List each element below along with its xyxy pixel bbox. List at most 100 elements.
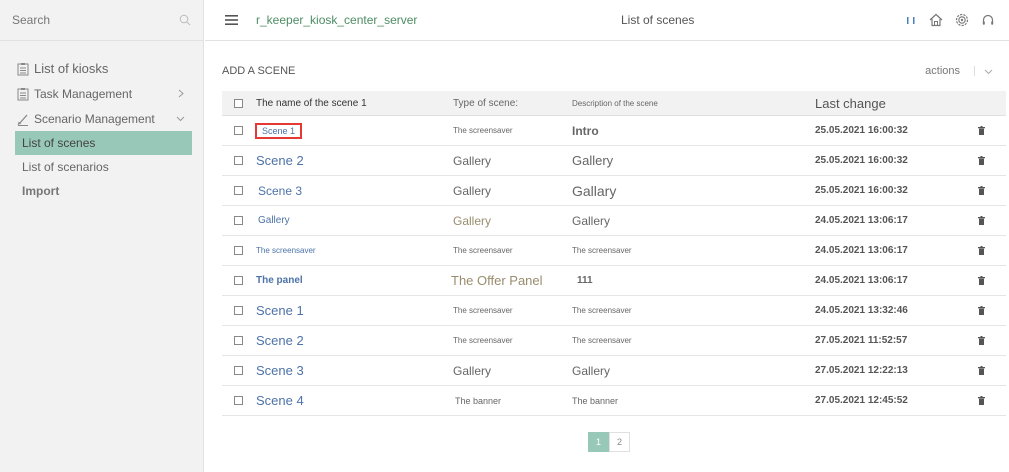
chevron-down-icon[interactable] <box>176 114 185 123</box>
table-row[interactable]: Scene 3 Gallery Gallary 25.05.2021 16:00… <box>222 176 1006 206</box>
scene-name-link[interactable]: Scene 3 <box>256 363 304 378</box>
scene-name-link[interactable]: Scene 1 <box>255 122 303 139</box>
row-checkbox[interactable] <box>234 246 243 255</box>
scene-name-link[interactable]: Scene 2 <box>256 333 304 348</box>
scene-type: The banner <box>455 395 502 406</box>
scene-description: Gallery <box>572 153 614 168</box>
scene-name-link[interactable]: The panel <box>256 275 303 286</box>
table-row[interactable]: Gallery Gallery Gallery 24.05.2021 13:06… <box>222 206 1006 236</box>
scene-description: 111 <box>577 275 593 286</box>
table-header: The name of the scene 1 Type of scene: D… <box>222 91 1006 116</box>
scene-name-link[interactable]: Scene 3 <box>258 184 302 198</box>
scene-description: Gallery <box>572 363 611 378</box>
scene-name-link[interactable]: Scene 1 <box>256 303 304 318</box>
pagination: 1 2 <box>588 432 630 452</box>
trash-icon[interactable] <box>978 306 985 315</box>
sidebar-item-list-of-scenes[interactable]: List of scenes <box>15 131 192 155</box>
scene-type: Gallery <box>453 363 492 378</box>
scene-last-change: 27.05.2021 12:45:52 <box>815 395 908 406</box>
scene-name-link[interactable]: Scene 4 <box>256 393 304 408</box>
scene-type: The Offer Panel <box>451 273 543 288</box>
sidebar-item-label: Task Management <box>34 86 133 101</box>
scene-type: The screensaver <box>453 336 513 345</box>
trash-icon[interactable] <box>978 366 985 375</box>
scene-name-link[interactable]: The screensaver <box>256 246 316 255</box>
pencil-icon <box>17 114 28 126</box>
gear-icon[interactable] <box>955 13 969 27</box>
trash-icon[interactable] <box>978 126 985 135</box>
row-checkbox[interactable] <box>234 276 243 285</box>
table-row[interactable]: Scene 2 Gallery Gallery 25.05.2021 16:00… <box>222 146 1006 176</box>
actions-dropdown[interactable]: actions <box>925 65 960 77</box>
trash-icon[interactable] <box>978 216 985 225</box>
trash-icon[interactable] <box>978 396 985 405</box>
search-input[interactable]: Search <box>12 13 179 27</box>
chevron-down-icon[interactable] <box>984 67 993 76</box>
scene-last-change: 24.05.2021 13:06:17 <box>815 275 908 286</box>
table-row[interactable]: Scene 1 The screensaver Intro 25.05.2021… <box>222 116 1006 146</box>
sidebar-item-label: Scenario Management <box>34 111 155 126</box>
search-box[interactable]: Search <box>0 0 203 41</box>
chevron-right-icon[interactable] <box>176 89 185 98</box>
sidebar-item-label: List of kiosks <box>34 61 109 76</box>
divider <box>974 66 975 76</box>
hamburger-menu-icon[interactable] <box>225 15 238 25</box>
trash-icon[interactable] <box>978 186 985 195</box>
scene-last-change: 25.05.2021 16:00:32 <box>815 125 908 136</box>
scene-last-change: 27.05.2021 11:52:57 <box>815 335 908 346</box>
column-header-description[interactable]: Description of the scene <box>572 99 658 108</box>
scene-description: The screensaver <box>572 306 632 315</box>
trash-icon[interactable] <box>978 276 985 285</box>
scene-description: The banner <box>572 395 619 406</box>
home-icon[interactable] <box>929 13 943 27</box>
table-row[interactable]: The screensaver The screensaver The scre… <box>222 236 1006 266</box>
scene-last-change: 24.05.2021 13:06:17 <box>815 245 908 256</box>
trash-icon[interactable] <box>978 156 985 165</box>
scene-description: The screensaver <box>572 336 632 345</box>
row-checkbox[interactable] <box>234 366 243 375</box>
sidebar-item-import[interactable]: Import <box>15 179 192 203</box>
trash-icon[interactable] <box>978 246 985 255</box>
page-title: List of scenes <box>621 13 695 27</box>
server-name: r_keeper_kiosk_center_server <box>256 13 418 27</box>
table-row[interactable]: The panel The Offer Panel 111 24.05.2021… <box>222 266 1006 296</box>
page-button-2[interactable]: 2 <box>609 432 630 452</box>
page-button-1[interactable]: 1 <box>588 432 609 452</box>
scene-last-change: 25.05.2021 16:00:32 <box>815 155 908 166</box>
row-checkbox[interactable] <box>234 156 243 165</box>
toolbar: ADD A SCENE actions <box>222 63 993 79</box>
column-header-type[interactable]: Type of scene: <box>453 98 518 109</box>
row-checkbox[interactable] <box>234 216 243 225</box>
table-row[interactable]: Scene 1 The screensaver The screensaver … <box>222 296 1006 326</box>
sidebar-item-kiosks[interactable]: List of kiosks <box>0 56 203 81</box>
add-scene-button[interactable]: ADD A SCENE <box>222 65 925 77</box>
table-row[interactable]: Scene 4 The banner The banner 27.05.2021… <box>222 386 1006 416</box>
sidebar-item-list-of-scenarios[interactable]: List of scenarios <box>15 155 192 179</box>
clipboard-icon <box>17 87 29 100</box>
clipboard-icon <box>17 62 29 75</box>
scene-last-change: 27.05.2021 12:22:13 <box>815 365 908 376</box>
scene-description: The screensaver <box>572 246 632 255</box>
row-checkbox[interactable] <box>234 336 243 345</box>
table-row[interactable]: Scene 2 The screensaver The screensaver … <box>222 326 1006 356</box>
scene-last-change: 25.05.2021 16:00:32 <box>815 185 908 196</box>
row-checkbox[interactable] <box>234 306 243 315</box>
top-header: r_keeper_kiosk_center_server List of sce… <box>205 0 1009 41</box>
row-checkbox[interactable] <box>234 186 243 195</box>
scene-description: Intro <box>572 123 599 138</box>
scene-description: Gallary <box>572 182 617 199</box>
sidebar-item-task-management[interactable]: Task Management <box>0 81 203 106</box>
row-checkbox[interactable] <box>234 126 243 135</box>
row-checkbox[interactable] <box>234 396 243 405</box>
scene-type: The screensaver <box>453 246 513 255</box>
table-row[interactable]: Scene 3 Gallery Gallery 27.05.2021 12:22… <box>222 356 1006 386</box>
column-header-name[interactable]: The name of the scene 1 <box>256 98 367 109</box>
column-header-last-change[interactable]: Last change <box>815 96 886 111</box>
trash-icon[interactable] <box>978 336 985 345</box>
sidebar-item-scenario-management[interactable]: Scenario Management <box>0 106 203 131</box>
headset-icon[interactable] <box>981 13 995 27</box>
select-all-checkbox[interactable] <box>234 98 243 108</box>
search-icon[interactable] <box>179 14 191 26</box>
scene-name-link[interactable]: Gallery <box>258 215 290 226</box>
scene-name-link[interactable]: Scene 2 <box>256 153 304 168</box>
